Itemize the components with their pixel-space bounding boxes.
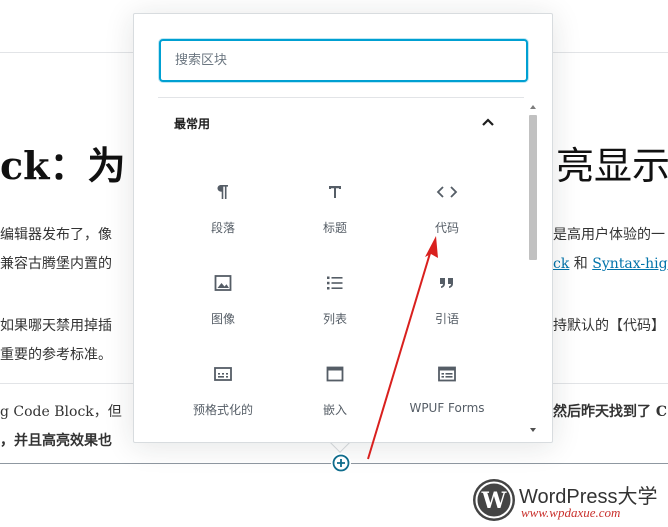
block-item-code[interactable]: 代码 [392,180,502,270]
list-icon [323,271,347,295]
wordpress-logo-icon: W [473,479,515,521]
wpdaxue-watermark: W WordPress大学 www.wpdaxue.com [471,476,668,524]
link-separator: 和 [569,256,593,272]
block-label-heading: 标题 [322,221,347,235]
plus-circle-icon [332,454,350,472]
block-label-code: 代码 [434,221,459,235]
quote-icon [435,271,459,295]
paragraph-2-line-1-right[interactable]: 持默认的【代码】 [553,315,665,335]
block-item-wpuf-forms[interactable]: WPUF Forms [392,362,502,433]
paragraph-1-line-2-left[interactable]: 兼容古腾堡内置的 [0,253,112,273]
scroll-down-arrow-icon[interactable] [530,428,536,432]
link-syntax-highlighting[interactable]: Syntax-hig [592,256,667,272]
block-item-image[interactable]: 图像 [168,271,278,361]
code-icon [435,180,459,204]
block-item-quote[interactable]: 引语 [392,271,502,361]
paragraph-2-line-2-left[interactable]: 重要的参考标准。 [0,344,112,364]
inserter-scrollbar[interactable] [527,102,539,434]
block-label-image: 图像 [210,312,235,326]
preformatted-icon [211,362,235,386]
paragraph-2-line-1-left[interactable]: 如果哪天禁用掉插 [0,315,112,335]
heading-icon [323,180,347,204]
block-item-paragraph[interactable]: 段落 [168,180,278,270]
chevron-up-icon [482,118,494,126]
block-label-quote: 引语 [434,312,459,326]
add-block-button[interactable] [331,453,351,473]
paragraph-icon [211,180,235,204]
block-label-embed: 嵌入 [322,403,347,417]
scroll-up-arrow-icon[interactable] [530,105,536,109]
block-item-heading[interactable]: 标题 [280,180,390,270]
block-inserter-popover: 最常用 段落 标题 代码 图像 [133,13,553,443]
paragraph-1-line-1-left[interactable]: 编辑器发布了，像 [0,224,112,244]
paragraph-3-line-2-left[interactable]: ，并且高亮效果也 [0,430,112,450]
link-code-block[interactable]: ck [553,256,569,272]
most-used-panel: 最常用 段落 标题 代码 图像 列表 引语 预格式化的 嵌入 WPUF Form… [158,98,528,433]
block-item-list[interactable]: 列表 [280,271,390,361]
image-icon [211,271,235,295]
embed-icon [323,362,347,386]
paragraph-3-line-1-left[interactable]: g Code Block，但 [0,401,122,421]
watermark-url: www.wpdaxue.com [521,505,621,520]
block-item-embed[interactable]: 嵌入 [280,362,390,433]
block-item-preformatted[interactable]: 预格式化的 [168,362,278,433]
panel-title[interactable]: 最常用 [174,115,210,132]
paragraph-1-line-1-right[interactable]: 是高用户体验的一 [553,224,665,244]
svg-text:W: W [481,488,507,514]
paragraph-1-line-2-right: ck 和 Syntax-hig [553,253,668,273]
post-title-right[interactable]: 亮显示 [556,135,668,190]
paragraph-3-line-1-right[interactable]: 然后昨天找到了 C [553,401,667,421]
post-title-left[interactable]: ck：为 [0,135,125,190]
block-search-input[interactable] [159,39,528,82]
block-label-paragraph: 段落 [210,221,235,235]
block-label-preformatted: 预格式化的 [192,403,253,417]
panel-collapse-toggle[interactable] [478,112,498,132]
scroll-thumb[interactable] [529,115,537,260]
block-label-list: 列表 [322,312,347,326]
forms-icon [435,362,459,386]
block-label-wpuf-forms: WPUF Forms [409,401,485,415]
